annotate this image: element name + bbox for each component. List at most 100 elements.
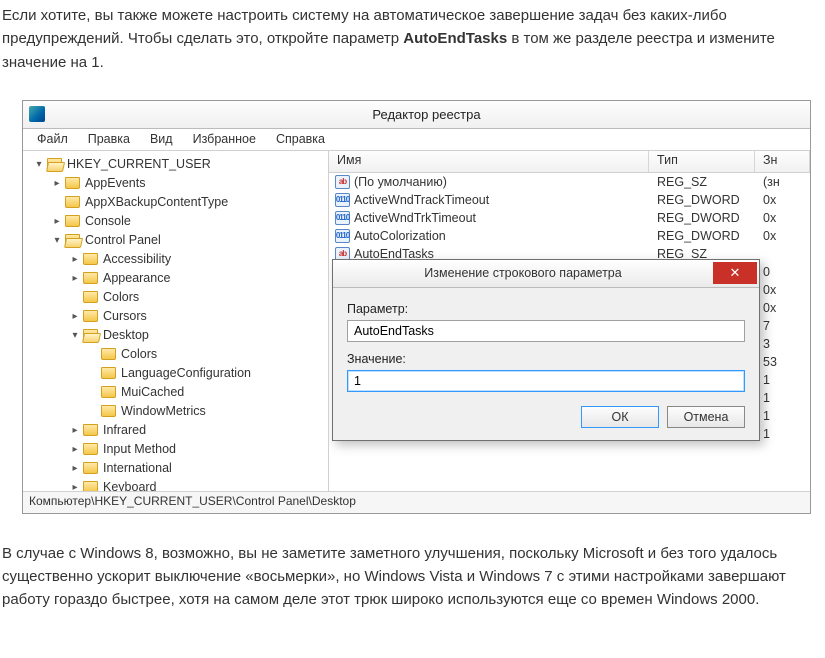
list-pane: Имя Тип Зн ab(По умолчанию)REG_SZ(зн0110… <box>329 151 810 491</box>
tree-item-label: Console <box>85 214 131 228</box>
tree-item[interactable]: LanguageConfiguration <box>23 364 328 383</box>
menu-bar: Файл Правка Вид Избранное Справка <box>23 129 810 151</box>
close-button[interactable]: ✕ <box>713 262 757 284</box>
folder-icon <box>101 367 116 379</box>
tree-item[interactable]: ▸Input Method <box>23 440 328 459</box>
dialog-titlebar: Изменение строкового параметра ✕ <box>333 260 759 288</box>
folder-icon <box>101 386 116 398</box>
tree-item-label: Desktop <box>103 328 149 342</box>
expand-collapse-icon[interactable]: ▸ <box>51 177 63 189</box>
expand-collapse-icon[interactable]: ▾ <box>33 158 45 170</box>
tree-item-label: HKEY_CURRENT_USER <box>67 157 211 171</box>
toggle-placeholder <box>87 386 99 398</box>
value-data: 0x <box>755 229 810 243</box>
param-name-field[interactable] <box>347 320 745 342</box>
tree-item-label: Accessibility <box>103 252 171 266</box>
folder-icon <box>65 215 80 227</box>
cancel-button[interactable]: Отмена <box>667 406 745 428</box>
tree-pane[interactable]: ▾ HKEY_CURRENT_USER ▸ AppEvents AppXBackupCo… <box>23 151 329 491</box>
expand-collapse-icon[interactable]: ▾ <box>69 329 81 341</box>
tree-item-label: International <box>103 461 172 475</box>
folder-icon <box>65 196 80 208</box>
folder-icon <box>101 405 116 417</box>
article-paragraph-before: Если хотите, вы также можете настроить с… <box>0 0 825 84</box>
expand-collapse-icon[interactable]: ▸ <box>51 215 63 227</box>
menu-view[interactable]: Вид <box>140 130 183 148</box>
expand-collapse-icon[interactable]: ▾ <box>51 234 63 246</box>
value-type: REG_DWORD <box>649 229 755 243</box>
dialog-body: Параметр: Значение: ОК Отмена <box>333 288 759 440</box>
toggle-placeholder <box>87 367 99 379</box>
expand-collapse-icon[interactable]: ▸ <box>69 462 81 474</box>
expand-collapse-icon[interactable]: ▸ <box>69 253 81 265</box>
tree-item[interactable]: ▸ Accessibility <box>23 250 328 269</box>
tree-item[interactable]: WindowMetrics <box>23 402 328 421</box>
tree-item[interactable]: Colors <box>23 345 328 364</box>
tree-item-label: WindowMetrics <box>121 404 206 418</box>
window-title: Редактор реестра <box>49 107 804 122</box>
value-label: Значение: <box>347 352 745 366</box>
tree-item[interactable]: Colors <box>23 288 328 307</box>
value-type: REG_DWORD <box>649 193 755 207</box>
value-data: 7 <box>755 319 810 333</box>
value-name: AutoColorization <box>354 229 446 243</box>
dword-value-icon: 0110 <box>335 211 350 225</box>
list-row[interactable]: 0110AutoColorizationREG_DWORD0x <box>329 227 810 245</box>
folder-icon <box>83 310 98 322</box>
column-data[interactable]: Зн <box>755 151 810 172</box>
expand-collapse-icon[interactable]: ▸ <box>69 481 81 491</box>
expand-collapse-icon[interactable]: ▸ <box>69 424 81 436</box>
ok-button[interactable]: ОК <box>581 406 659 428</box>
titlebar: Редактор реестра <box>23 101 810 129</box>
column-type[interactable]: Тип <box>649 151 755 172</box>
list-header: Имя Тип Зн <box>329 151 810 173</box>
content-panes: ▾ HKEY_CURRENT_USER ▸ AppEvents AppXBackupCo… <box>23 151 810 491</box>
folder-icon <box>83 443 98 455</box>
tree-item[interactable]: ▸ AppEvents <box>23 174 328 193</box>
tree-item[interactable]: ▸Infrared <box>23 421 328 440</box>
expand-collapse-icon[interactable]: ▸ <box>69 443 81 455</box>
column-name[interactable]: Имя <box>329 151 649 172</box>
tree-item[interactable]: MuiCached <box>23 383 328 402</box>
value-data: 1 <box>755 373 810 387</box>
dword-value-icon: 0110 <box>335 193 350 207</box>
value-type: REG_SZ <box>649 175 755 189</box>
list-row[interactable]: 0110ActiveWndTrackTimeoutREG_DWORD0x <box>329 191 810 209</box>
toggle-placeholder <box>87 348 99 360</box>
value-data: 0x <box>755 301 810 315</box>
param-label: Параметр: <box>347 302 745 316</box>
tree-item[interactable]: ▸ Console <box>23 212 328 231</box>
folder-icon <box>83 462 98 474</box>
expand-collapse-icon[interactable]: ▸ <box>69 272 81 284</box>
article-bold: AutoEndTasks <box>403 30 507 47</box>
folder-icon <box>47 158 62 170</box>
statusbar-path: Компьютер\HKEY_CURRENT_USER\Control Pane… <box>23 491 810 513</box>
list-row[interactable]: 0110ActiveWndTrkTimeoutREG_DWORD0x <box>329 209 810 227</box>
menu-help[interactable]: Справка <box>266 130 335 148</box>
tree-item[interactable]: ▸Keyboard <box>23 478 328 491</box>
menu-edit[interactable]: Правка <box>78 130 140 148</box>
tree-item[interactable]: ▾Control Panel <box>23 231 328 250</box>
expand-collapse-icon[interactable]: ▸ <box>69 310 81 322</box>
tree-item-label: AppEvents <box>85 176 145 190</box>
value-data: 0x <box>755 283 810 297</box>
value-data: 1 <box>755 391 810 405</box>
menu-favorites[interactable]: Избранное <box>183 130 266 148</box>
tree-item[interactable]: ▸Appearance <box>23 269 328 288</box>
list-row[interactable]: ab(По умолчанию)REG_SZ(зн <box>329 173 810 191</box>
value-field[interactable] <box>347 370 745 392</box>
tree-item[interactable]: AppXBackupContentType <box>23 193 328 212</box>
article-paragraph-after: В случае с Windows 8, возможно, вы не за… <box>0 514 825 624</box>
tree-item[interactable]: ▸ International <box>23 459 328 478</box>
tree-item[interactable]: ▾ HKEY_CURRENT_USER <box>23 155 328 174</box>
menu-file[interactable]: Файл <box>27 130 78 148</box>
dialog-buttons: ОК Отмена <box>347 406 745 428</box>
value-data: 53 <box>755 355 810 369</box>
value-name: (По умолчанию) <box>354 175 447 189</box>
tree-item-label: AppXBackupContentType <box>85 195 228 209</box>
tree-item[interactable]: ▸Cursors <box>23 307 328 326</box>
folder-icon <box>101 348 116 360</box>
regedit-window: Редактор реестра Файл Правка Вид Избранн… <box>22 100 811 514</box>
edit-string-dialog: Изменение строкового параметра ✕ Парамет… <box>332 259 760 441</box>
tree-item[interactable]: ▾ Desktop <box>23 326 328 345</box>
